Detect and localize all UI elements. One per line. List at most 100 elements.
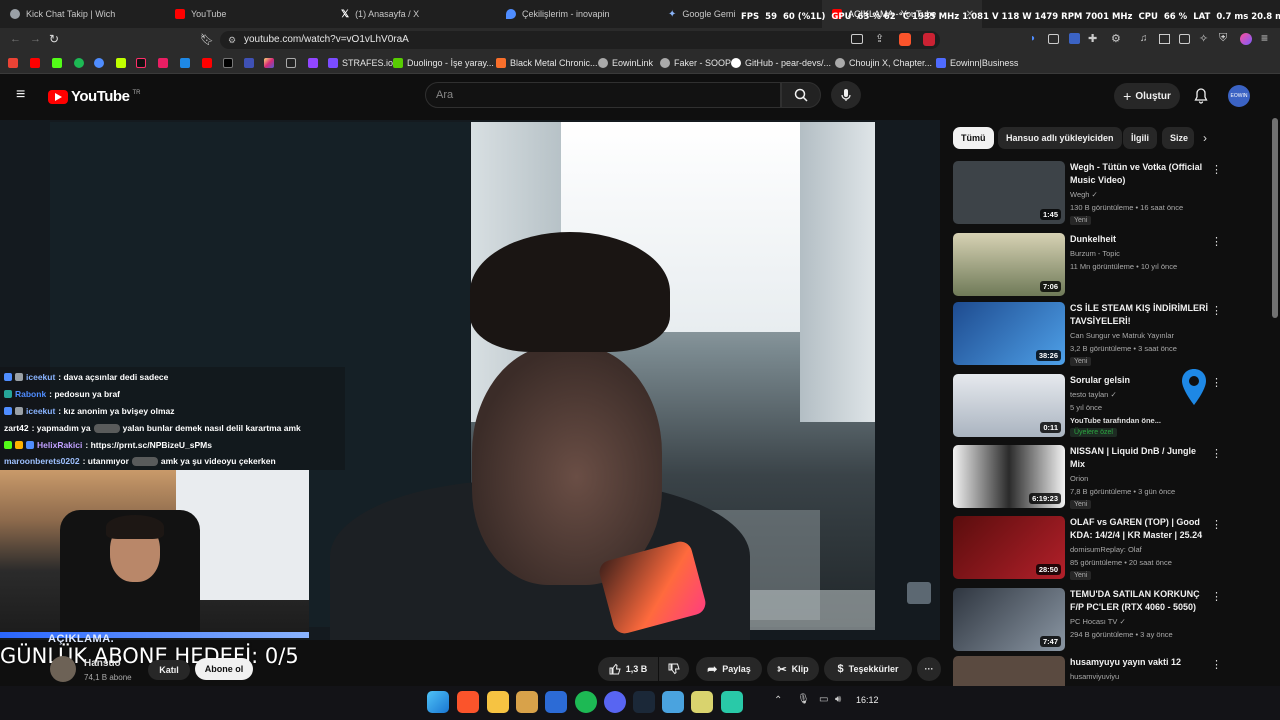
recommended-video[interactable]: 7:06 Dunkelheit Burzum - Topic 11 Mn gör…: [953, 233, 1273, 301]
bookmark-kick[interactable]: [52, 57, 62, 69]
leo-ai-icon[interactable]: ✧: [1199, 32, 1208, 45]
bookmark-site[interactable]: [286, 57, 296, 69]
app-icon[interactable]: [691, 691, 713, 713]
microphone-icon[interactable]: 🎙︎: [797, 694, 810, 705]
vpn-icon[interactable]: ⛨: [1219, 32, 1227, 45]
kebab-menu-icon[interactable]: ⋮: [1211, 590, 1222, 603]
chip-from-uploader[interactable]: Hansuo adlı yükleyiciden: [998, 127, 1122, 149]
windows-start-icon[interactable]: [427, 691, 449, 713]
kebab-menu-icon[interactable]: ⋮: [1211, 518, 1222, 531]
tab-gemini[interactable]: ✦ Google Gemini: [658, 0, 736, 28]
bookmark-gmail[interactable]: [8, 57, 18, 69]
discord-icon[interactable]: [604, 691, 626, 713]
bookmark-site[interactable]: [116, 57, 126, 69]
join-button[interactable]: Katıl: [148, 660, 190, 680]
video-thumbnail[interactable]: [953, 656, 1065, 686]
chip-for-you[interactable]: Size: [1162, 127, 1194, 149]
sidebar-icon[interactable]: [1159, 34, 1170, 44]
tab-inovapin[interactable]: Çekilişlerim - inovapin: [496, 0, 658, 28]
video-thumbnail[interactable]: 38:26: [953, 302, 1065, 365]
like-button[interactable]: 1,3 B: [598, 657, 658, 681]
share-button[interactable]: ➦ Paylaş: [696, 657, 762, 681]
bookmark-twitch[interactable]: [308, 57, 318, 69]
bookmark-spotify[interactable]: [74, 57, 84, 69]
video-channel[interactable]: testo taylan ✓: [1070, 390, 1117, 399]
chip-all[interactable]: Tümü: [953, 127, 994, 149]
back-icon[interactable]: ←: [10, 33, 21, 45]
recommended-video[interactable]: 6:19:23 NISSAN | Liquid DnB / Jungle Mix…: [953, 445, 1273, 513]
app-icon[interactable]: [662, 691, 684, 713]
bookmark-site[interactable]: [158, 57, 168, 69]
create-button[interactable]: + Oluştur: [1114, 83, 1180, 109]
bookmark-tiktok[interactable]: [136, 57, 146, 69]
bookmark-eowinn-business[interactable]: Eowinn|Business: [936, 57, 1018, 69]
video-thumbnail[interactable]: 7:06: [953, 233, 1065, 296]
dislike-button[interactable]: [659, 657, 689, 681]
hamburger-menu-icon[interactable]: ≡: [16, 86, 25, 104]
video-channel[interactable]: PC Hocası TV ✓: [1070, 617, 1126, 626]
forward-icon[interactable]: →: [30, 33, 41, 45]
photos-icon[interactable]: [545, 691, 567, 713]
volume-icon[interactable]: 🔊︎: [835, 694, 841, 705]
profile-icon[interactable]: [1240, 33, 1252, 45]
video-thumbnail[interactable]: 0:11: [953, 374, 1065, 437]
channel-name[interactable]: Hansuo: [84, 658, 121, 669]
app-icon[interactable]: [721, 691, 743, 713]
video-title[interactable]: CS İLE STEAM KIŞ İNDİRİMLERİ TAVSİYELERİ…: [1070, 302, 1210, 328]
extension-icon[interactable]: [1048, 34, 1059, 44]
scrollbar[interactable]: [1272, 118, 1278, 318]
bookmark-choujin[interactable]: Choujin X, Chapter...: [835, 57, 932, 69]
puzzle-icon[interactable]: ✚: [1088, 32, 1097, 45]
reload-icon[interactable]: ↻: [49, 32, 59, 46]
bookmark-faker[interactable]: Faker - SOOP: [660, 57, 731, 69]
video-title[interactable]: NISSAN | Liquid DnB / Jungle Mix: [1070, 445, 1210, 471]
chevron-right-icon[interactable]: ›: [1196, 129, 1214, 147]
recommended-video[interactable]: 1:45 Wegh - Tütün ve Votka (Official Mus…: [953, 161, 1273, 229]
video-channel[interactable]: domisumReplay: Olaf: [1070, 545, 1142, 554]
recommended-video[interactable]: husamyuyu yayın vakti 12 husamviyuviyu ⋮: [953, 656, 1273, 686]
kebab-menu-icon[interactable]: ⋮: [1211, 447, 1222, 460]
kebab-menu-icon[interactable]: ⋮: [1211, 163, 1222, 176]
voice-search-button[interactable]: [831, 81, 861, 109]
share-icon[interactable]: ⇪: [875, 32, 884, 45]
bookmark-duolingo[interactable]: Duolingo - İşe yaray...: [393, 57, 494, 69]
thanks-button[interactable]: $ Teşekkürler: [824, 657, 912, 681]
video-thumbnail[interactable]: 6:19:23: [953, 445, 1065, 508]
recommended-video[interactable]: 38:26 CS İLE STEAM KIŞ İNDİRİMLERİ TAVSİ…: [953, 302, 1273, 370]
extension-icon[interactable]: ◗: [1030, 33, 1036, 44]
extension-icon[interactable]: [1069, 33, 1080, 44]
spotify-icon[interactable]: [575, 691, 597, 713]
video-channel[interactable]: Burzum - Topic: [1070, 249, 1120, 258]
site-info-icon[interactable]: ⚙: [228, 31, 236, 49]
bookmark-instagram[interactable]: [264, 57, 274, 69]
kebab-menu-icon[interactable]: ⋮: [1211, 304, 1222, 317]
search-input[interactable]: Ara: [425, 82, 781, 108]
network-icon[interactable]: ▭: [819, 694, 828, 705]
bookmark-site[interactable]: [244, 57, 254, 69]
brave-browser-icon[interactable]: [457, 691, 479, 713]
kebab-menu-icon[interactable]: ⋮: [1211, 235, 1222, 248]
url-field[interactable]: ⚙ youtube.com/watch?v=vO1vLhV0raA: [220, 31, 940, 49]
location-pin-icon[interactable]: [1181, 368, 1207, 406]
more-actions-button[interactable]: ···: [917, 657, 941, 681]
video-channel[interactable]: Wegh ✓: [1070, 190, 1098, 199]
brave-shield-icon[interactable]: [899, 33, 911, 46]
video-title[interactable]: Wegh - Tütün ve Votka (Official Music Vi…: [1070, 161, 1210, 187]
bookmark-strafes[interactable]: STRAFES.io: [328, 57, 393, 69]
video-channel[interactable]: Can Sungur ve Matruk Yayınlar: [1070, 331, 1174, 340]
brave-rewards-icon[interactable]: [923, 33, 935, 46]
tray-chevron-icon[interactable]: ⌃: [774, 695, 782, 706]
video-channel[interactable]: Orion: [1070, 474, 1088, 483]
install-app-icon[interactable]: [851, 34, 863, 44]
tab-x[interactable]: 𝕏 (1) Anasayfa / X: [331, 0, 496, 28]
file-explorer-icon[interactable]: [487, 691, 509, 713]
channel-avatar[interactable]: [50, 656, 76, 682]
clip-button[interactable]: ✂ Klip: [767, 657, 819, 681]
app-icon[interactable]: [516, 691, 538, 713]
chip-related[interactable]: İlgili: [1123, 127, 1157, 149]
bookmark-github[interactable]: GitHub - pear-devs/...: [731, 57, 831, 69]
settings-icon[interactable]: ⚙: [1111, 32, 1121, 45]
youtube-logo[interactable]: YouTube TR: [48, 88, 140, 105]
tab-youtube[interactable]: YouTube: [165, 0, 331, 28]
media-icon[interactable]: ♫: [1140, 33, 1148, 44]
